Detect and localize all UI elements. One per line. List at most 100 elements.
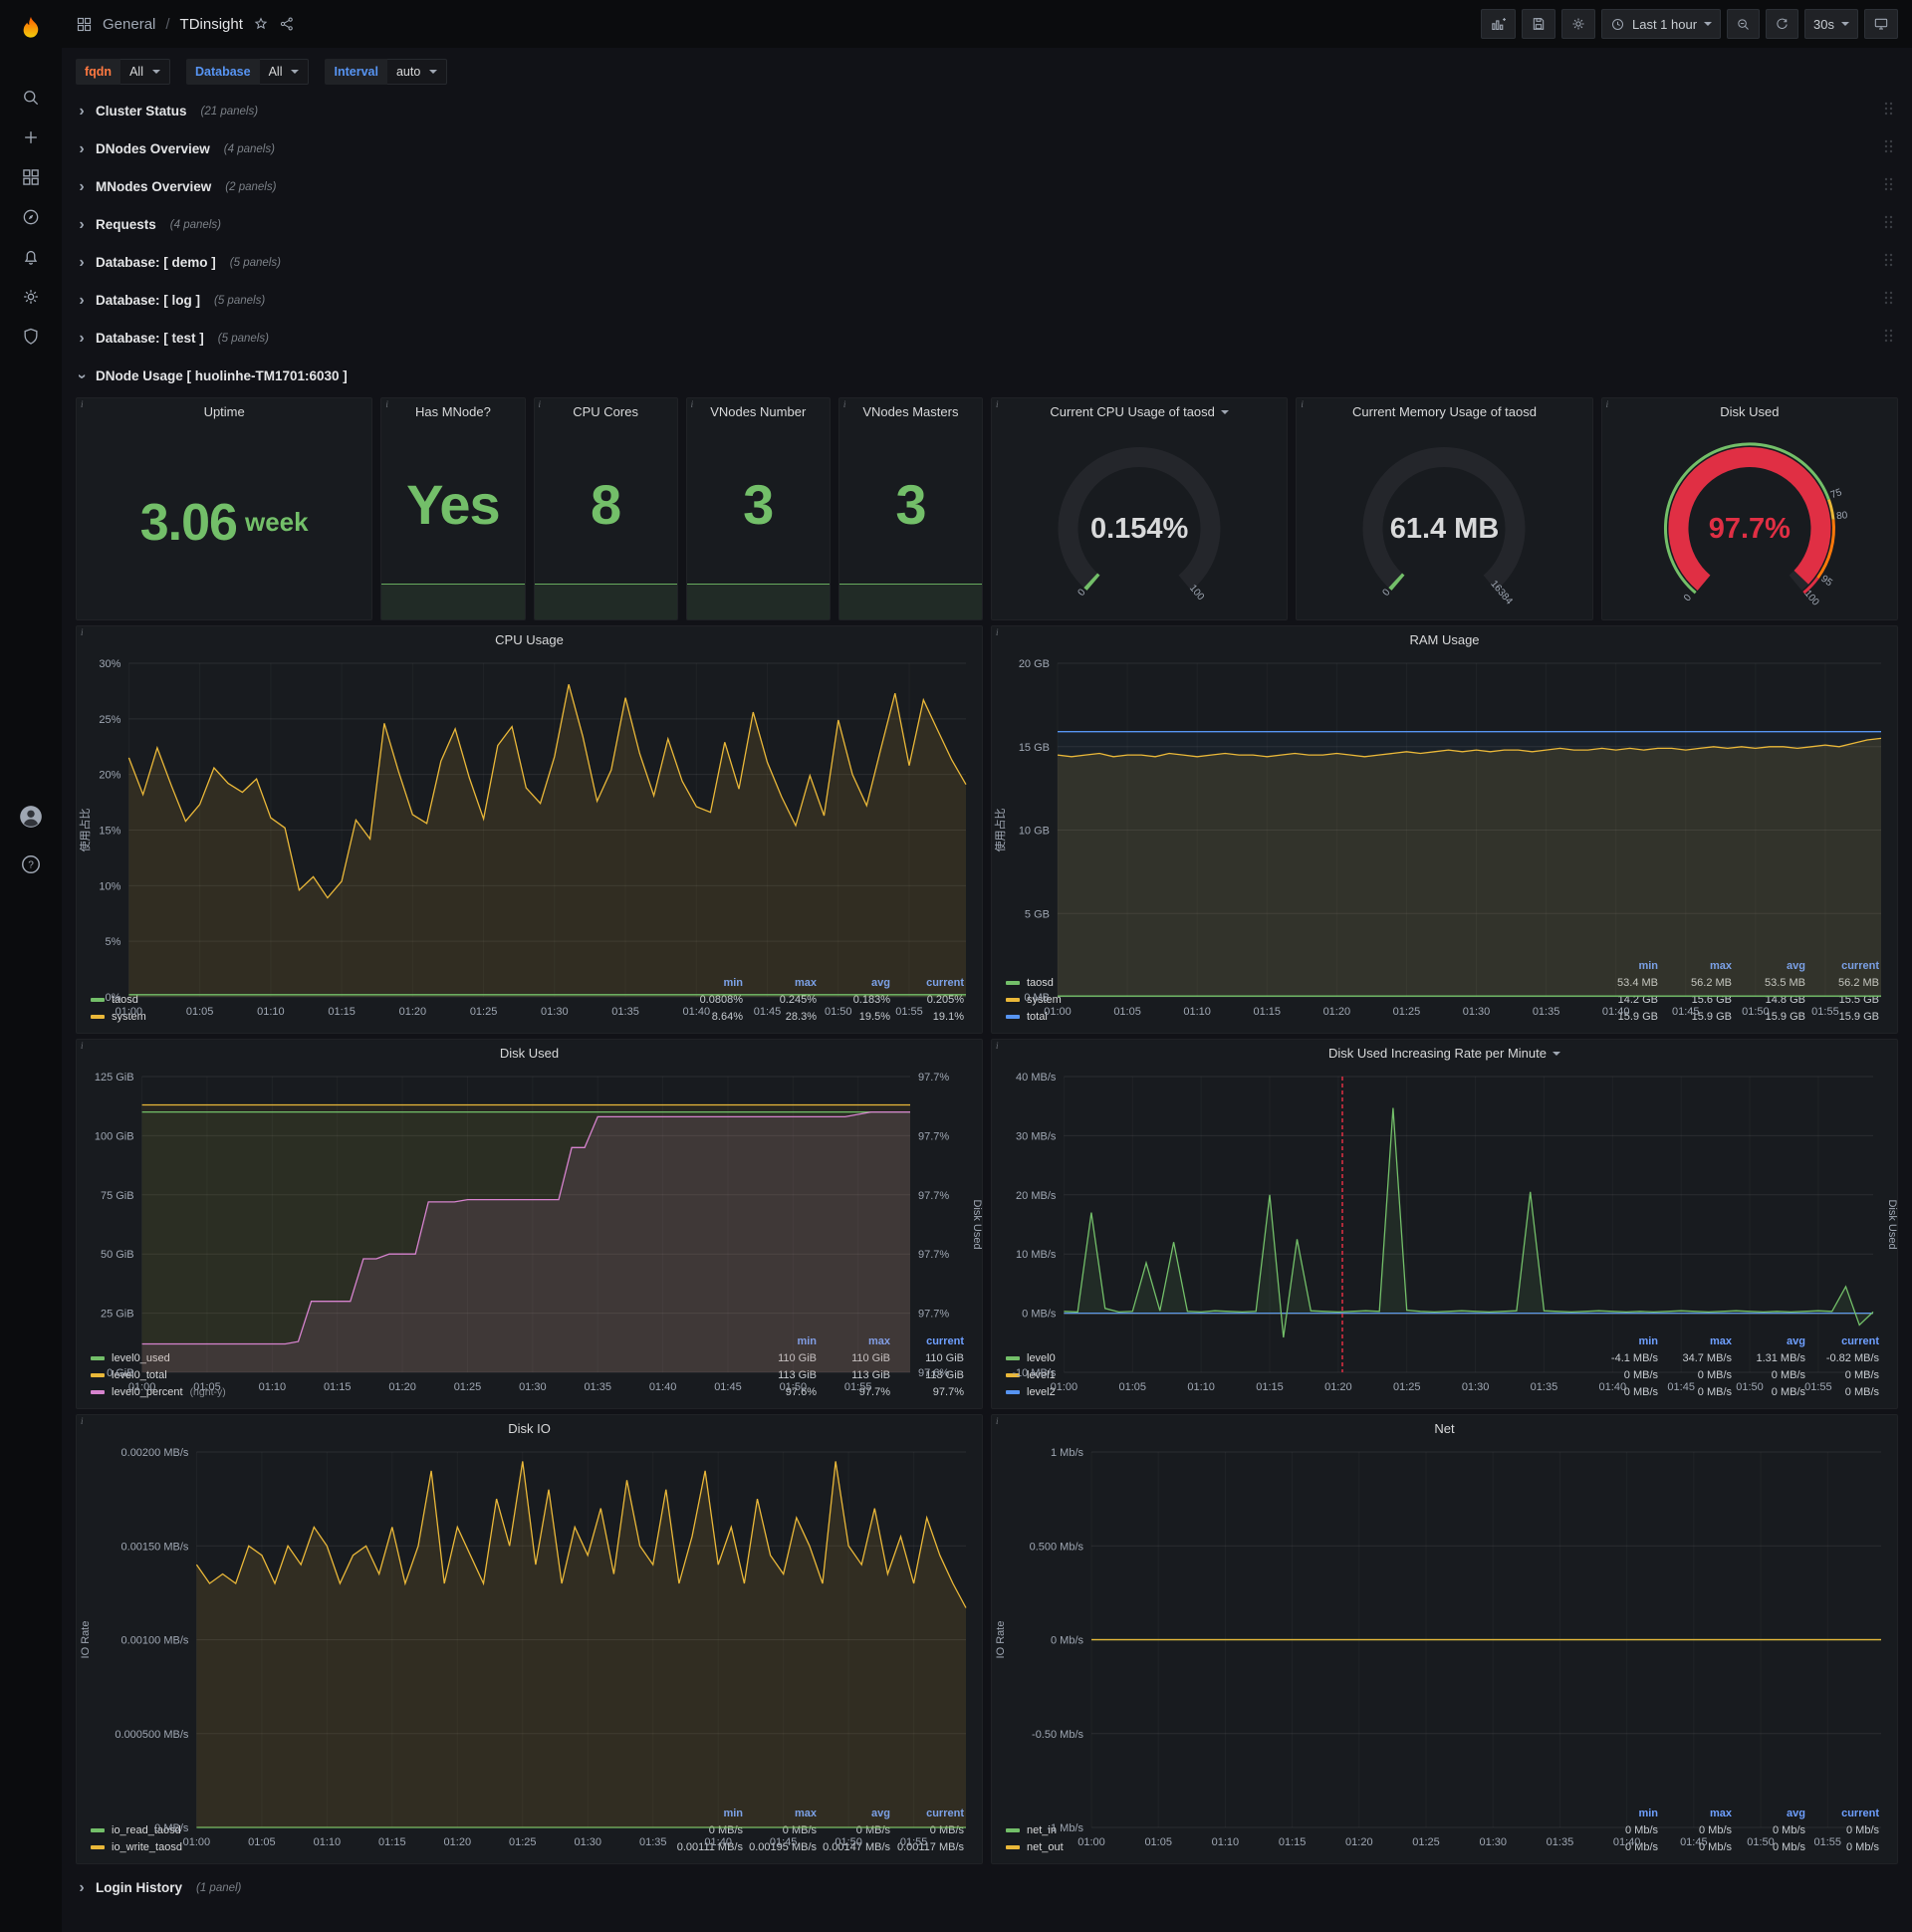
- server-admin-shield-icon[interactable]: [10, 317, 52, 357]
- panel-title[interactable]: Current CPU Usage of taosd: [992, 398, 1287, 425]
- disk-used-chart[interactable]: 0 GiB 97.6% 25 GiB 97.7% 50 GiB 97.7% 75 GiB 97…: [77, 1067, 982, 1393]
- row-login-history[interactable]: › Login History (1 panel): [76, 1871, 1898, 1904]
- caret-down-icon: [1220, 409, 1229, 414]
- panel-title[interactable]: Disk IO: [77, 1415, 982, 1442]
- kiosk-mode-button[interactable]: [1864, 9, 1898, 39]
- panel-info-icon[interactable]: i: [992, 1040, 1008, 1056]
- variable-label[interactable]: Database: [185, 59, 260, 85]
- grafana-logo[interactable]: [10, 8, 52, 52]
- panel-title[interactable]: VNodes Number: [687, 398, 830, 425]
- panel-info-icon[interactable]: i: [1602, 398, 1618, 414]
- breadcrumb-section[interactable]: General: [103, 16, 155, 33]
- net-chart[interactable]: -1 Mb/s -0.50 Mb/s 0 Mb/s 0.500 Mb/s 1 Mb/s 0…: [992, 1442, 1897, 1848]
- panel-info-icon[interactable]: i: [839, 398, 855, 414]
- refresh-button[interactable]: [1766, 9, 1799, 39]
- x-tick-label: 01:25: [509, 1836, 537, 1848]
- panel-info-icon[interactable]: i: [992, 1415, 1008, 1431]
- row-requests[interactable]: › Requests (4 panels): [76, 208, 1898, 241]
- panel-info-icon[interactable]: i: [77, 626, 93, 642]
- y-tick-label: 15%: [99, 826, 120, 838]
- panel-info-icon[interactable]: i: [992, 626, 1008, 642]
- drag-handle-icon[interactable]: [1883, 101, 1894, 121]
- x-tick-label: 01:55: [895, 1006, 923, 1018]
- variable-value-dropdown[interactable]: auto: [386, 59, 448, 85]
- alerting-bell-icon[interactable]: [10, 237, 52, 277]
- y-axis-label: 使用占比: [78, 809, 92, 852]
- panel-info-icon[interactable]: i: [687, 398, 703, 414]
- row-mnodes-overview[interactable]: › MNodes Overview (2 panels): [76, 170, 1898, 203]
- zoom-out-button[interactable]: [1727, 9, 1761, 39]
- panel-info-icon[interactable]: i: [77, 1415, 93, 1431]
- refresh-interval-picker[interactable]: 30s: [1804, 9, 1858, 39]
- right-y-axis-label: Disk Used: [1886, 1199, 1897, 1249]
- save-dashboard-button[interactable]: [1521, 9, 1555, 39]
- variable-value-dropdown[interactable]: All: [259, 59, 310, 85]
- breadcrumb-dashboard-icon[interactable]: [76, 16, 93, 33]
- panel-title[interactable]: Disk Used: [1602, 398, 1897, 425]
- panel-info-icon[interactable]: i: [381, 398, 397, 414]
- row-cluster-status[interactable]: › Cluster Status (21 panels): [76, 95, 1898, 127]
- drag-handle-icon[interactable]: [1883, 138, 1894, 159]
- y-tick-label: 30%: [99, 658, 120, 670]
- gauge-scale-label: 16384: [1489, 579, 1516, 607]
- x-tick-label: 01:20: [399, 1006, 427, 1018]
- ram-usage-chart[interactable]: 0 MB 5 GB 10 GB 15 GB 20 GB 01:00 01:05 01:10 01…: [992, 653, 1897, 1018]
- drag-handle-icon[interactable]: [1883, 214, 1894, 235]
- x-tick-label: 01:40: [683, 1006, 711, 1018]
- panel-disk-used-gauge: i Disk Used 97.7% 0 75 80 95 100: [1600, 397, 1898, 620]
- panel-title[interactable]: Uptime: [77, 398, 371, 425]
- cpu-usage-chart[interactable]: 0% 5% 10% 15% 20% 25% 30% 01:00 01:05 01:10 01:15 0…: [77, 653, 982, 1018]
- drag-handle-icon[interactable]: [1883, 176, 1894, 197]
- variable-label[interactable]: Interval: [325, 59, 387, 85]
- drag-handle-icon[interactable]: [1883, 290, 1894, 311]
- panel-title[interactable]: Has MNode?: [381, 398, 524, 425]
- panel-vnodes-number: i VNodes Number 3: [685, 397, 831, 620]
- chevron-right-icon: ›: [79, 177, 85, 195]
- x-tick-label: 01:50: [825, 1006, 852, 1018]
- panel-title[interactable]: Current Memory Usage of taosd: [1297, 398, 1591, 425]
- panel-title[interactable]: VNodes Masters: [839, 398, 982, 425]
- help-icon[interactable]: ?: [10, 845, 52, 884]
- panel-title[interactable]: RAM Usage: [992, 626, 1897, 653]
- row-database-test[interactable]: › Database: [ test ] (5 panels): [76, 322, 1898, 355]
- row-database-demo[interactable]: › Database: [ demo ] (5 panels): [76, 246, 1898, 279]
- share-icon[interactable]: [279, 16, 295, 32]
- panel-title[interactable]: CPU Usage: [77, 626, 982, 653]
- add-panel-button[interactable]: [1480, 9, 1516, 39]
- panel-title[interactable]: Disk Used Increasing Rate per Minute: [992, 1040, 1897, 1067]
- stat-sparkline: [686, 584, 830, 619]
- variable-value-dropdown[interactable]: All: [120, 59, 170, 85]
- row-database-log[interactable]: › Database: [ log ] (5 panels): [76, 284, 1898, 317]
- drag-handle-icon[interactable]: [1883, 328, 1894, 349]
- disk-io-chart[interactable]: 0 MB/s 0.000500 MB/s 0.00100 MB/s 0.00150 M…: [77, 1442, 982, 1848]
- panel-info-icon[interactable]: i: [1297, 398, 1313, 414]
- search-icon[interactable]: [10, 78, 52, 118]
- y-tick-label: 10 GB: [1019, 826, 1050, 838]
- row-dnode-usage[interactable]: › DNode Usage [ huolinhe-TM1701:6030 ]: [74, 360, 1898, 392]
- user-avatar[interactable]: [10, 797, 52, 837]
- dashboard-title[interactable]: TDinsight: [180, 16, 243, 33]
- dashboards-icon[interactable]: [10, 157, 52, 197]
- x-tick-label: 01:25: [1393, 1006, 1421, 1018]
- panel-info-icon[interactable]: i: [77, 1040, 93, 1056]
- dashboard-settings-gear-icon[interactable]: [1560, 9, 1595, 39]
- panel-title[interactable]: Disk Used: [77, 1040, 982, 1067]
- panel-info-icon[interactable]: i: [992, 398, 1008, 414]
- panel-info-icon[interactable]: i: [535, 398, 551, 414]
- x-tick-label: 01:05: [248, 1836, 276, 1848]
- variable-label[interactable]: fqdn: [76, 59, 121, 85]
- disk-rate-chart[interactable]: -10 MB/s 0 MB/s 10 MB/s 20 MB/s 30 MB/s 40 MB…: [992, 1067, 1897, 1393]
- star-icon[interactable]: [253, 16, 269, 32]
- panel-title[interactable]: CPU Cores: [535, 398, 677, 425]
- explore-compass-icon[interactable]: [10, 197, 52, 237]
- panel-title[interactable]: Net: [992, 1415, 1897, 1442]
- create-plus-icon[interactable]: [10, 118, 52, 157]
- x-tick-label: 01:50: [1736, 1381, 1764, 1393]
- configuration-gear-icon[interactable]: [10, 277, 52, 317]
- panel-current-memory-gauge: i Current Memory Usage of taosd 61.4 MB …: [1296, 397, 1593, 620]
- x-tick-label: 01:45: [1672, 1006, 1700, 1018]
- drag-handle-icon[interactable]: [1883, 252, 1894, 273]
- panel-info-icon[interactable]: i: [77, 398, 93, 414]
- time-range-picker[interactable]: Last 1 hour: [1600, 9, 1722, 39]
- row-dnodes-overview[interactable]: › DNodes Overview (4 panels): [76, 132, 1898, 165]
